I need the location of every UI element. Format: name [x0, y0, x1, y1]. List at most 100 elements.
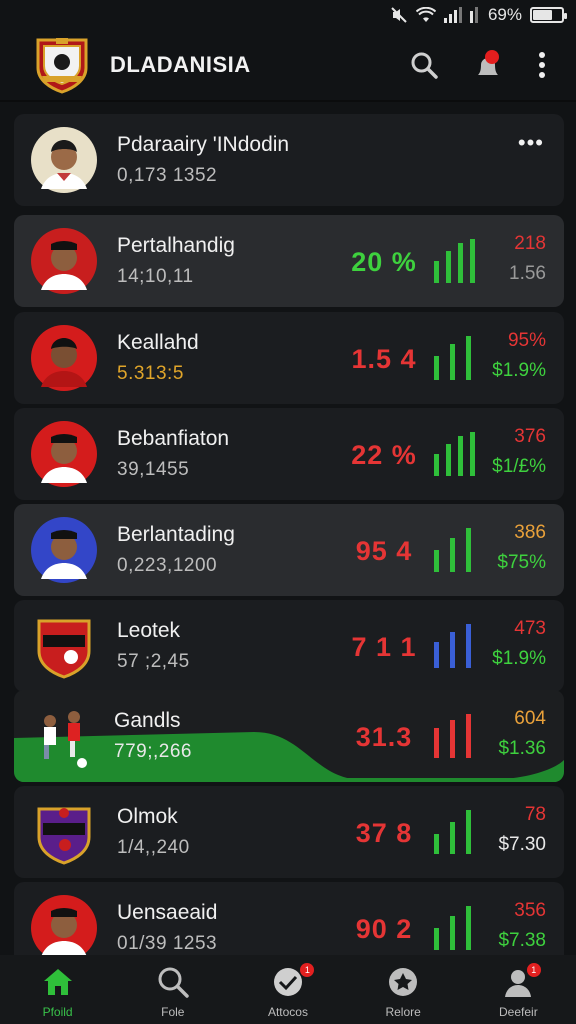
app-title: DLADANISIA — [110, 52, 251, 77]
item-percent: 90 2 — [355, 914, 413, 944]
item-name: Pdaraairy 'INdodin — [117, 133, 290, 156]
avatar — [31, 421, 97, 487]
item-number: 01/39 1253 — [117, 933, 218, 954]
trend-bars-icon — [432, 714, 482, 760]
list-item[interactable]: Pertalhandig 14;10,11 20 % 218 1.56 — [14, 215, 564, 307]
nav-item-home[interactable]: Pfoild — [0, 955, 115, 1024]
row-more-button[interactable]: ••• — [518, 130, 544, 156]
item-number: 57 ;2,45 — [117, 651, 190, 672]
item-bottom-value: $1.36 — [498, 738, 546, 759]
item-bottom-value: $1.9% — [492, 648, 546, 669]
avatar — [31, 127, 97, 193]
item-name: Uensaeaid — [117, 901, 218, 924]
nav-label: Deefeir — [499, 1005, 538, 1019]
item-top-value: 386 — [514, 522, 546, 543]
item-number: 1/4,,240 — [117, 837, 190, 858]
item-percent: 37 8 — [355, 818, 413, 848]
signal-icon-2 — [469, 7, 480, 23]
avatar — [31, 895, 97, 961]
list-item[interactable]: Olmok 1/4,,240 37 8 78 $7.30 — [14, 786, 564, 878]
list-item[interactable]: Leotek 57 ;2,45 7 1 1 473 $1.9% — [14, 600, 564, 692]
item-name: Berlantading — [117, 523, 235, 546]
battery-icon — [530, 7, 567, 23]
item-bottom-value: $1/£% — [492, 456, 546, 477]
nav-item-favorites[interactable]: Relore — [346, 955, 461, 1024]
kebab-menu-icon — [539, 52, 545, 78]
item-top-value: 78 — [524, 804, 546, 825]
avatar — [31, 325, 97, 391]
item-name: Leotek — [117, 619, 181, 642]
list-item[interactable]: Pdaraairy 'INdodin 0,173 1352 ••• — [14, 114, 564, 206]
trend-bars-icon — [432, 810, 482, 856]
item-percent: 1.5 4 — [351, 344, 417, 374]
item-top-value: 356 — [514, 900, 546, 921]
wifi-icon — [415, 7, 436, 23]
item-name: Gandls — [114, 709, 181, 732]
status-bar: 69% — [0, 0, 576, 30]
nav-label: Fole — [161, 1005, 185, 1019]
avatar — [31, 517, 97, 583]
search-icon — [158, 967, 189, 998]
trend-bars-icon — [432, 528, 482, 574]
item-percent: 95 4 — [355, 536, 413, 566]
item-bottom-value: $1.9% — [492, 360, 546, 381]
notification-badge: 1 — [300, 963, 315, 977]
bottom-navigation: Pfoild Fole 1 Attocos Relore 1 Deefeir — [0, 955, 576, 1024]
list-item[interactable]: Bebanfiaton 39,1455 22 % 376 $1/£% — [14, 408, 564, 500]
item-name: Bebanfiaton — [117, 427, 230, 450]
item-percent: 20 % — [351, 247, 417, 277]
avatar — [31, 799, 97, 865]
search-icon — [411, 52, 438, 79]
item-top-value: 473 — [514, 618, 546, 639]
item-name: Keallahd — [117, 331, 199, 354]
item-number: 14;10,11 — [117, 266, 194, 287]
item-top-value: 604 — [514, 708, 546, 729]
item-top-value: 218 — [514, 233, 546, 254]
bell-icon — [478, 50, 499, 75]
trend-bars-icon — [432, 432, 482, 478]
avatar — [31, 228, 97, 294]
item-number: 39,1455 — [117, 459, 190, 480]
more-menu-button[interactable] — [530, 43, 554, 87]
nav-item-chat[interactable]: 1 Attocos — [230, 955, 345, 1024]
star-icon — [389, 968, 418, 996]
nav-label: Relore — [385, 1005, 421, 1019]
item-percent: 31.3 — [355, 722, 413, 752]
list-item[interactable]: Berlantading 0,223,1200 95 4 386 $75% — [14, 504, 564, 596]
item-bottom-value: 1.56 — [509, 263, 546, 284]
nav-item-profile[interactable]: 1 Deefeir — [461, 955, 576, 1024]
notifications-button[interactable] — [466, 43, 510, 87]
item-top-value: 376 — [514, 426, 546, 447]
item-number: 779;,266 — [114, 741, 192, 762]
nav-label: Attocos — [267, 1005, 308, 1019]
trend-bars-icon — [432, 239, 482, 285]
trend-bars-icon — [432, 624, 482, 670]
item-bottom-value: $7.38 — [498, 930, 546, 951]
search-button[interactable] — [402, 43, 446, 87]
trend-bars-icon — [432, 336, 482, 382]
list-item-highlighted[interactable]: Gandls 779;,266 31.3 604 $1.36 — [14, 690, 564, 782]
item-number: 0,223,1200 — [117, 555, 218, 576]
trend-bars-icon — [432, 906, 482, 952]
header-divider — [0, 100, 576, 102]
item-number: 0,173 1352 — [117, 165, 218, 186]
nav-item-search[interactable]: Fole — [115, 955, 230, 1024]
home-icon — [43, 969, 72, 995]
nav-label: Pfoild — [42, 1005, 73, 1019]
avatar — [31, 613, 97, 679]
item-bottom-value: $75% — [497, 552, 546, 573]
battery-percent: 69% — [487, 5, 522, 24]
item-name: Pertalhandig — [117, 234, 235, 257]
players-photo — [28, 703, 94, 769]
item-percent: 22 % — [351, 440, 417, 470]
item-bottom-value: $7.30 — [498, 834, 546, 855]
signal-icon — [443, 7, 462, 23]
item-name: Olmok — [117, 805, 178, 828]
list-item[interactable]: Keallahd 5.313:5 1.5 4 95% $1.9% — [14, 312, 564, 404]
item-top-value: 95% — [507, 330, 546, 351]
item-number: 5.313:5 — [117, 363, 184, 384]
app-header: DLADANISIA — [0, 30, 576, 100]
item-percent: 7 1 1 — [351, 632, 417, 662]
notification-badge: 1 — [526, 963, 541, 977]
club-logo — [34, 36, 90, 94]
